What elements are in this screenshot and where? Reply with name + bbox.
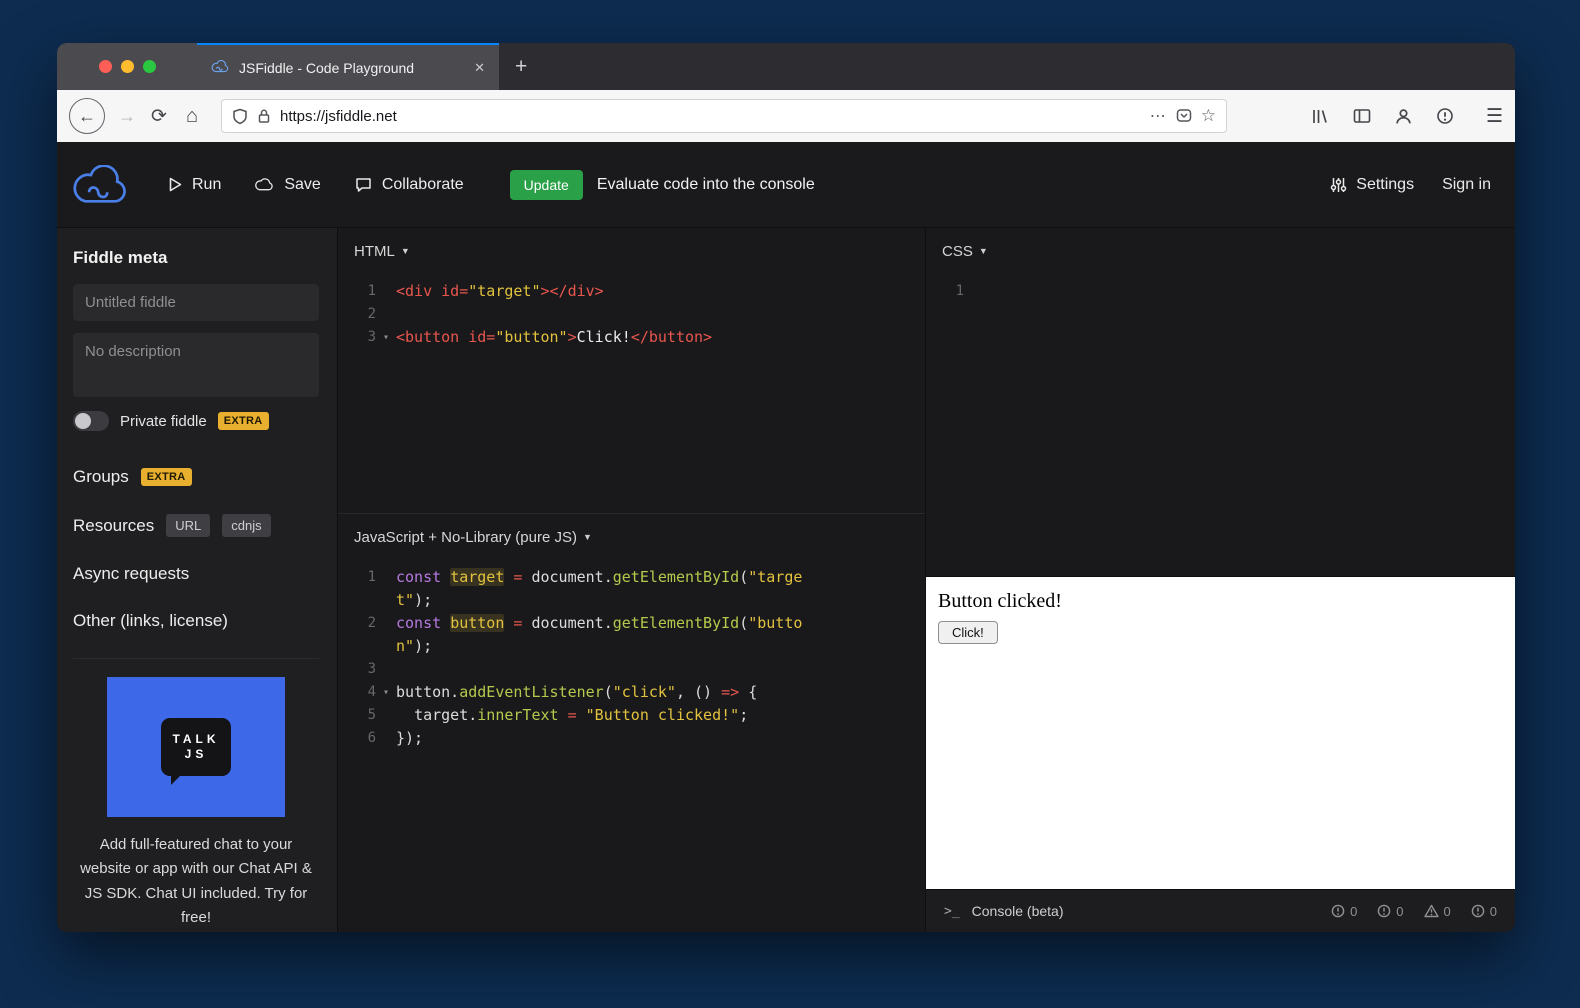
- warning-triangle-icon: [1424, 904, 1439, 918]
- app-header: Run Save Collaborate Update Evaluate cod…: [57, 142, 1515, 228]
- lock-icon[interactable]: [257, 108, 271, 124]
- resources-url-button[interactable]: URL: [166, 514, 210, 537]
- chevron-down-icon[interactable]: ▼: [979, 246, 988, 256]
- sidebar-item-other[interactable]: Other (links, license): [73, 611, 319, 631]
- js-panel: JavaScript + No-Library (pure JS)▼ 1cons…: [338, 513, 925, 932]
- chat-bubble-icon: [355, 177, 372, 193]
- fiddle-title-input[interactable]: [73, 284, 319, 321]
- html-panel-header[interactable]: HTML▼: [338, 228, 925, 266]
- console-warning-badge[interactable]: 0: [1424, 904, 1451, 919]
- sidebar-item-async-requests[interactable]: Async requests: [73, 564, 319, 584]
- fiddle-title-text: Evaluate code into the console: [597, 176, 815, 194]
- talkjs-ad-caption[interactable]: Add full-featured chat to your website o…: [73, 833, 319, 930]
- play-icon: [169, 177, 182, 192]
- jsfiddle-logo-icon[interactable]: [71, 165, 129, 205]
- css-panel-header[interactable]: CSS▼: [926, 228, 1515, 266]
- html-editor[interactable]: 1<div id="target"></div>23▾<button id="b…: [338, 280, 925, 513]
- sign-in-link[interactable]: Sign in: [1442, 176, 1491, 194]
- url-bar[interactable]: https://jsfiddle.net ⋯ ☆: [221, 99, 1227, 133]
- error-circle-icon: [1331, 904, 1345, 918]
- run-button[interactable]: Run: [169, 176, 221, 194]
- navigation-bar: ← → ⟳ ⌂ https://jsfiddle.net ⋯ ☆: [57, 90, 1515, 142]
- talkjs-ad-image[interactable]: TALK JS: [107, 677, 285, 817]
- talkjs-ad[interactable]: TALK JS Add full-featured chat to your w…: [73, 658, 319, 930]
- fiddle-description-input[interactable]: [73, 333, 319, 397]
- resources-cdnjs-button[interactable]: cdnjs: [222, 514, 270, 537]
- console-info-badge[interactable]: 0: [1377, 904, 1403, 919]
- toolbar-icons: ☰: [1311, 105, 1503, 128]
- sidebar-item-resources[interactable]: Resources URL cdnjs: [73, 514, 319, 537]
- settings-button[interactable]: Settings: [1330, 176, 1414, 194]
- fiddle-meta-heading: Fiddle meta: [73, 248, 319, 268]
- home-button[interactable]: ⌂: [175, 105, 209, 128]
- reload-button[interactable]: ⟳: [143, 105, 175, 128]
- cloud-save-icon: [255, 177, 274, 192]
- back-button[interactable]: ←: [69, 98, 105, 134]
- html-panel: HTML▼ 1<div id="target"></div>23▾<button…: [338, 228, 925, 513]
- talkjs-logo-icon: TALK JS: [161, 718, 231, 776]
- css-panel: CSS▼ 1: [926, 228, 1515, 576]
- account-icon[interactable]: [1395, 108, 1412, 125]
- page-actions-icon[interactable]: ⋯: [1150, 106, 1167, 126]
- chevron-down-icon[interactable]: ▼: [401, 246, 410, 256]
- js-editor[interactable]: 1const target = document.getElementById(…: [338, 566, 925, 932]
- menu-icon[interactable]: ☰: [1486, 105, 1503, 128]
- bookmark-star-icon[interactable]: ☆: [1201, 106, 1216, 126]
- save-button[interactable]: Save: [255, 176, 320, 194]
- address-text[interactable]: https://jsfiddle.net: [280, 108, 1141, 125]
- browser-tab[interactable]: JSFiddle - Code Playground ✕: [197, 43, 499, 90]
- private-fiddle-label: Private fiddle: [120, 413, 207, 430]
- library-icon[interactable]: [1311, 108, 1329, 125]
- tab-close-icon[interactable]: ✕: [470, 58, 489, 78]
- forward-button[interactable]: →: [111, 106, 143, 127]
- jsfiddle-app: Run Save Collaborate Update Evaluate cod…: [57, 142, 1515, 932]
- window-controls: [57, 43, 197, 90]
- result-panel: Button clicked! Click!: [926, 576, 1515, 889]
- console-prompt-icon: >_: [944, 904, 960, 919]
- browser-window: JSFiddle - Code Playground ✕ + ← → ⟳ ⌂ h…: [57, 43, 1515, 932]
- log-circle-icon: [1471, 904, 1485, 918]
- minimize-window-button[interactable]: [121, 60, 134, 73]
- update-button[interactable]: Update: [510, 170, 583, 200]
- info-circle-icon: [1377, 904, 1391, 918]
- sidebar-item-groups[interactable]: Groups EXTRA: [73, 467, 319, 487]
- extra-badge: EXTRA: [218, 412, 269, 430]
- info-circle-icon[interactable]: [1436, 107, 1454, 125]
- tab-bar: JSFiddle - Code Playground ✕ +: [57, 43, 1515, 90]
- js-panel-header[interactable]: JavaScript + No-Library (pure JS)▼: [338, 514, 925, 552]
- new-tab-button[interactable]: +: [499, 43, 543, 90]
- pocket-icon[interactable]: [1176, 108, 1192, 124]
- private-fiddle-toggle[interactable]: [73, 411, 109, 431]
- extra-badge: EXTRA: [141, 468, 192, 486]
- console-log-badge[interactable]: 0: [1471, 904, 1497, 919]
- shield-icon[interactable]: [232, 108, 248, 125]
- result-click-button[interactable]: Click!: [938, 621, 998, 644]
- tab-title: JSFiddle - Code Playground: [239, 60, 460, 76]
- css-editor[interactable]: 1: [926, 280, 1515, 576]
- console-error-badge[interactable]: 0: [1331, 904, 1357, 919]
- sidebar: Fiddle meta Private fiddle EXTRA Groups …: [57, 228, 337, 932]
- zoom-window-button[interactable]: [143, 60, 156, 73]
- tab-favicon-icon: [211, 60, 229, 76]
- console-bar[interactable]: >_ Console (beta) 0 0 0: [926, 889, 1515, 932]
- result-target-text: Button clicked!: [938, 590, 1503, 613]
- collaborate-button[interactable]: Collaborate: [355, 176, 464, 194]
- sliders-icon: [1330, 177, 1347, 193]
- chevron-down-icon[interactable]: ▼: [583, 532, 592, 542]
- close-window-button[interactable]: [99, 60, 112, 73]
- sidebar-toggle-icon[interactable]: [1353, 108, 1371, 124]
- console-label: Console (beta): [972, 903, 1064, 919]
